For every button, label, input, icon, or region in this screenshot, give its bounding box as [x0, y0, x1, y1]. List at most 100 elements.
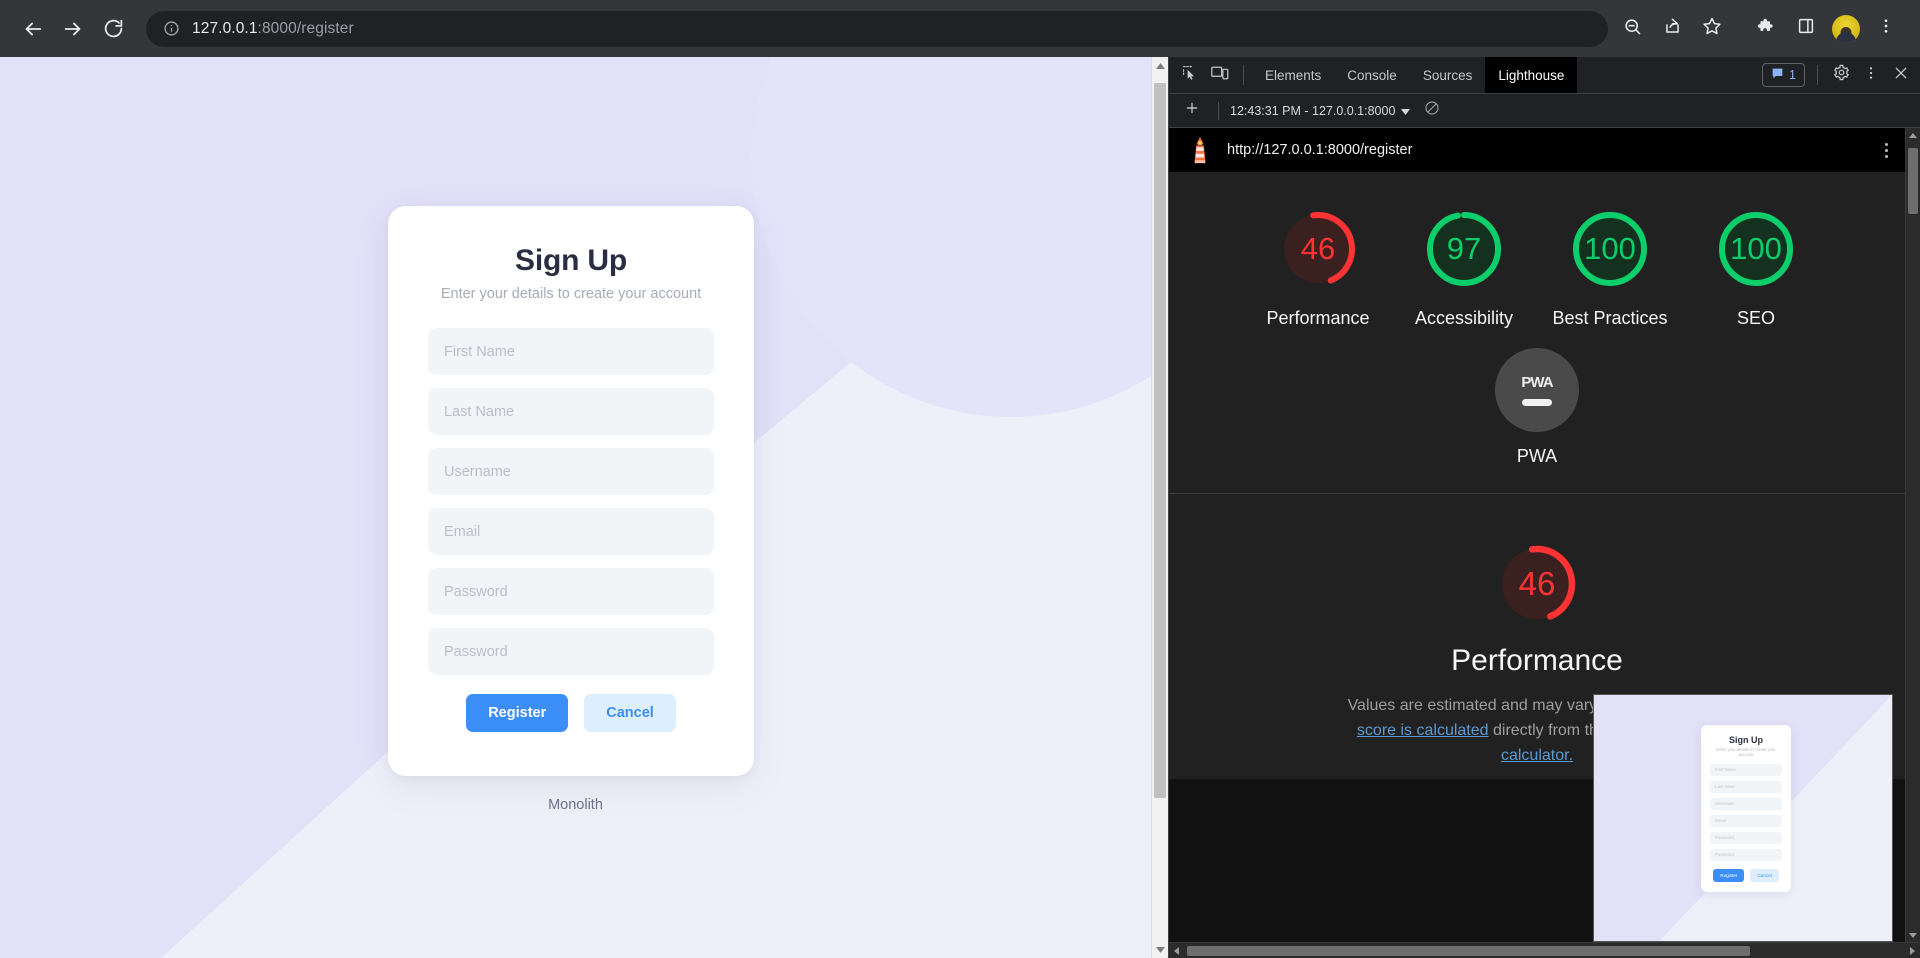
- gauge-pwa[interactable]: PWA PWA: [1169, 342, 1905, 493]
- gauge-ring-seo: 100: [1713, 206, 1799, 292]
- performance-title: Performance: [1451, 644, 1623, 678]
- thumbnail-buttons: Register Cancel: [1710, 868, 1781, 882]
- avatar: [1832, 14, 1860, 43]
- performance-ring: 46: [1493, 540, 1581, 628]
- share-button[interactable]: [1654, 11, 1690, 47]
- clear-reports-button[interactable]: [1424, 100, 1440, 121]
- lighthouse-options-button[interactable]: [1882, 139, 1891, 162]
- clear-prohibited-icon: [1424, 100, 1440, 121]
- first-name-input[interactable]: [428, 328, 714, 375]
- profile-button[interactable]: [1828, 11, 1864, 47]
- thumbnail-field-label: Username: [1715, 801, 1735, 807]
- gauge-ring-accessibility: 97: [1421, 206, 1507, 292]
- gauge-label-accessibility: Accessibility: [1414, 308, 1514, 328]
- page-screenshot-thumbnail[interactable]: Sign Up Enter your details to create you…: [1593, 694, 1893, 942]
- pwa-dash-icon: [1522, 399, 1552, 407]
- tab-lighthouse[interactable]: Lighthouse: [1485, 57, 1578, 93]
- toolbar-actions: [1614, 11, 1906, 47]
- thumbnail-field: Username: [1710, 797, 1782, 810]
- devtools-scroll-up-arrow[interactable]: [1906, 128, 1920, 142]
- devtools-scrollbar-thumb[interactable]: [1908, 148, 1918, 214]
- devtools-more-button[interactable]: [1856, 57, 1886, 93]
- gauge-score-performance: 46: [1300, 231, 1336, 266]
- device-toolbar-icon: [1211, 65, 1229, 86]
- devtools-hscrollbar-thumb[interactable]: [1187, 946, 1750, 956]
- arrow-right-icon: [62, 18, 84, 40]
- gauge-seo[interactable]: 100 SEO: [1683, 206, 1829, 330]
- thumbnail-field-label: Last Name: [1715, 784, 1736, 790]
- gauge-accessibility[interactable]: 97 Accessibility: [1391, 206, 1537, 330]
- devtools-scroll-left-arrow[interactable]: [1169, 946, 1184, 955]
- tab-elements[interactable]: Elements: [1252, 57, 1334, 93]
- page-vertical-scrollbar[interactable]: [1151, 57, 1168, 958]
- lighthouse-url-bar: http://127.0.0.1:8000/register: [1169, 128, 1905, 172]
- devtools-close-button[interactable]: [1886, 57, 1916, 93]
- address-bar[interactable]: 127.0.0.1:8000/register: [146, 10, 1608, 47]
- reload-button[interactable]: [94, 10, 132, 48]
- thumbnail-field-label: First Name: [1715, 767, 1736, 773]
- tab-sources[interactable]: Sources: [1410, 57, 1486, 93]
- tabbar-divider: [1243, 65, 1244, 85]
- reload-icon: [103, 18, 124, 39]
- scroll-down-arrow[interactable]: [1152, 941, 1168, 958]
- inspect-element-button[interactable]: [1175, 57, 1205, 93]
- last-name-input[interactable]: [428, 388, 714, 435]
- main-split: Sign Up Enter your details to create you…: [0, 57, 1920, 958]
- thumbnail-field: First Name: [1710, 763, 1782, 776]
- chevron-down-icon: [1401, 104, 1411, 118]
- devtools-panel: Elements Console Sources Lighthouse 1 12…: [1168, 57, 1920, 958]
- devtools-scroll-down-arrow[interactable]: [1906, 928, 1920, 942]
- form-actions: Register Cancel: [428, 694, 714, 732]
- device-toolbar-button[interactable]: [1205, 57, 1235, 93]
- side-panel-button[interactable]: [1788, 11, 1824, 47]
- devtools-scroll-right-arrow[interactable]: [1905, 946, 1920, 955]
- chrome-menu-icon: [1877, 17, 1895, 40]
- address-bar-url: 127.0.0.1:8000/register: [192, 19, 354, 37]
- register-button[interactable]: Register: [466, 694, 569, 732]
- lighthouse-body: 46 Performance 97 Accessibility 100 Best…: [1169, 172, 1905, 779]
- devtools-settings-button[interactable]: [1826, 57, 1856, 93]
- gauge-ring-best-practices: 100: [1567, 206, 1653, 292]
- thumbnail-inner: Sign Up Enter your details to create you…: [1594, 695, 1892, 941]
- tab-console[interactable]: Console: [1334, 57, 1410, 93]
- gauge-label-seo: SEO: [1736, 308, 1775, 328]
- lighthouse-audited-url: http://127.0.0.1:8000/register: [1227, 142, 1413, 158]
- gauge-performance[interactable]: 46 Performance: [1245, 206, 1391, 330]
- username-input[interactable]: [428, 448, 714, 495]
- lighthouse-report: http://127.0.0.1:8000/register 46 Perfor…: [1169, 128, 1920, 942]
- gauge-score-best-practices: 100: [1584, 231, 1636, 266]
- devtools-horizontal-scrollbar[interactable]: [1169, 942, 1920, 958]
- scroll-up-arrow[interactable]: [1152, 57, 1168, 74]
- issues-badge[interactable]: 1: [1762, 63, 1805, 87]
- zoom-out-button[interactable]: [1614, 11, 1650, 47]
- extensions-button[interactable]: [1748, 11, 1784, 47]
- confirm-password-input[interactable]: [428, 628, 714, 675]
- thumbnail-field-label: Password: [1715, 835, 1734, 841]
- thumbnail-field: Last Name: [1710, 780, 1782, 793]
- thumbnail-subtitle: Enter your details to create your accoun…: [1716, 746, 1776, 757]
- gauge-label-performance: Performance: [1266, 308, 1370, 328]
- thumbnail-card: Sign Up Enter your details to create you…: [1701, 724, 1791, 892]
- bookmark-button[interactable]: [1694, 11, 1730, 47]
- gauge-label-best-practices: Best Practices: [1552, 308, 1668, 328]
- new-report-button[interactable]: [1177, 100, 1207, 121]
- extensions-puzzle-icon: [1757, 17, 1776, 41]
- devtools-vertical-scrollbar[interactable]: [1905, 128, 1920, 942]
- password-input[interactable]: [428, 568, 714, 615]
- scrollbar-thumb[interactable]: [1154, 83, 1166, 798]
- back-button[interactable]: [14, 10, 52, 48]
- bookmark-star-icon: [1702, 16, 1722, 41]
- thumbnail-field: Password: [1710, 831, 1782, 844]
- pwa-badge: PWA: [1495, 348, 1579, 433]
- cancel-button[interactable]: Cancel: [584, 694, 676, 732]
- gauge-best-practices[interactable]: 100 Best Practices: [1537, 206, 1683, 330]
- report-selector[interactable]: 12:43:31 PM - 127.0.0.1:8000: [1230, 104, 1411, 118]
- inspect-element-icon: [1182, 65, 1198, 86]
- score-gauges: 46 Performance 97 Accessibility 100 Best…: [1169, 172, 1905, 342]
- chrome-menu-button[interactable]: [1868, 11, 1904, 47]
- gauge-label-pwa: PWA: [1516, 446, 1558, 467]
- info-circle-icon[interactable]: [160, 18, 182, 40]
- forward-button[interactable]: [54, 10, 92, 48]
- devtools-actions: 1: [1758, 57, 1920, 93]
- email-input[interactable]: [428, 508, 714, 555]
